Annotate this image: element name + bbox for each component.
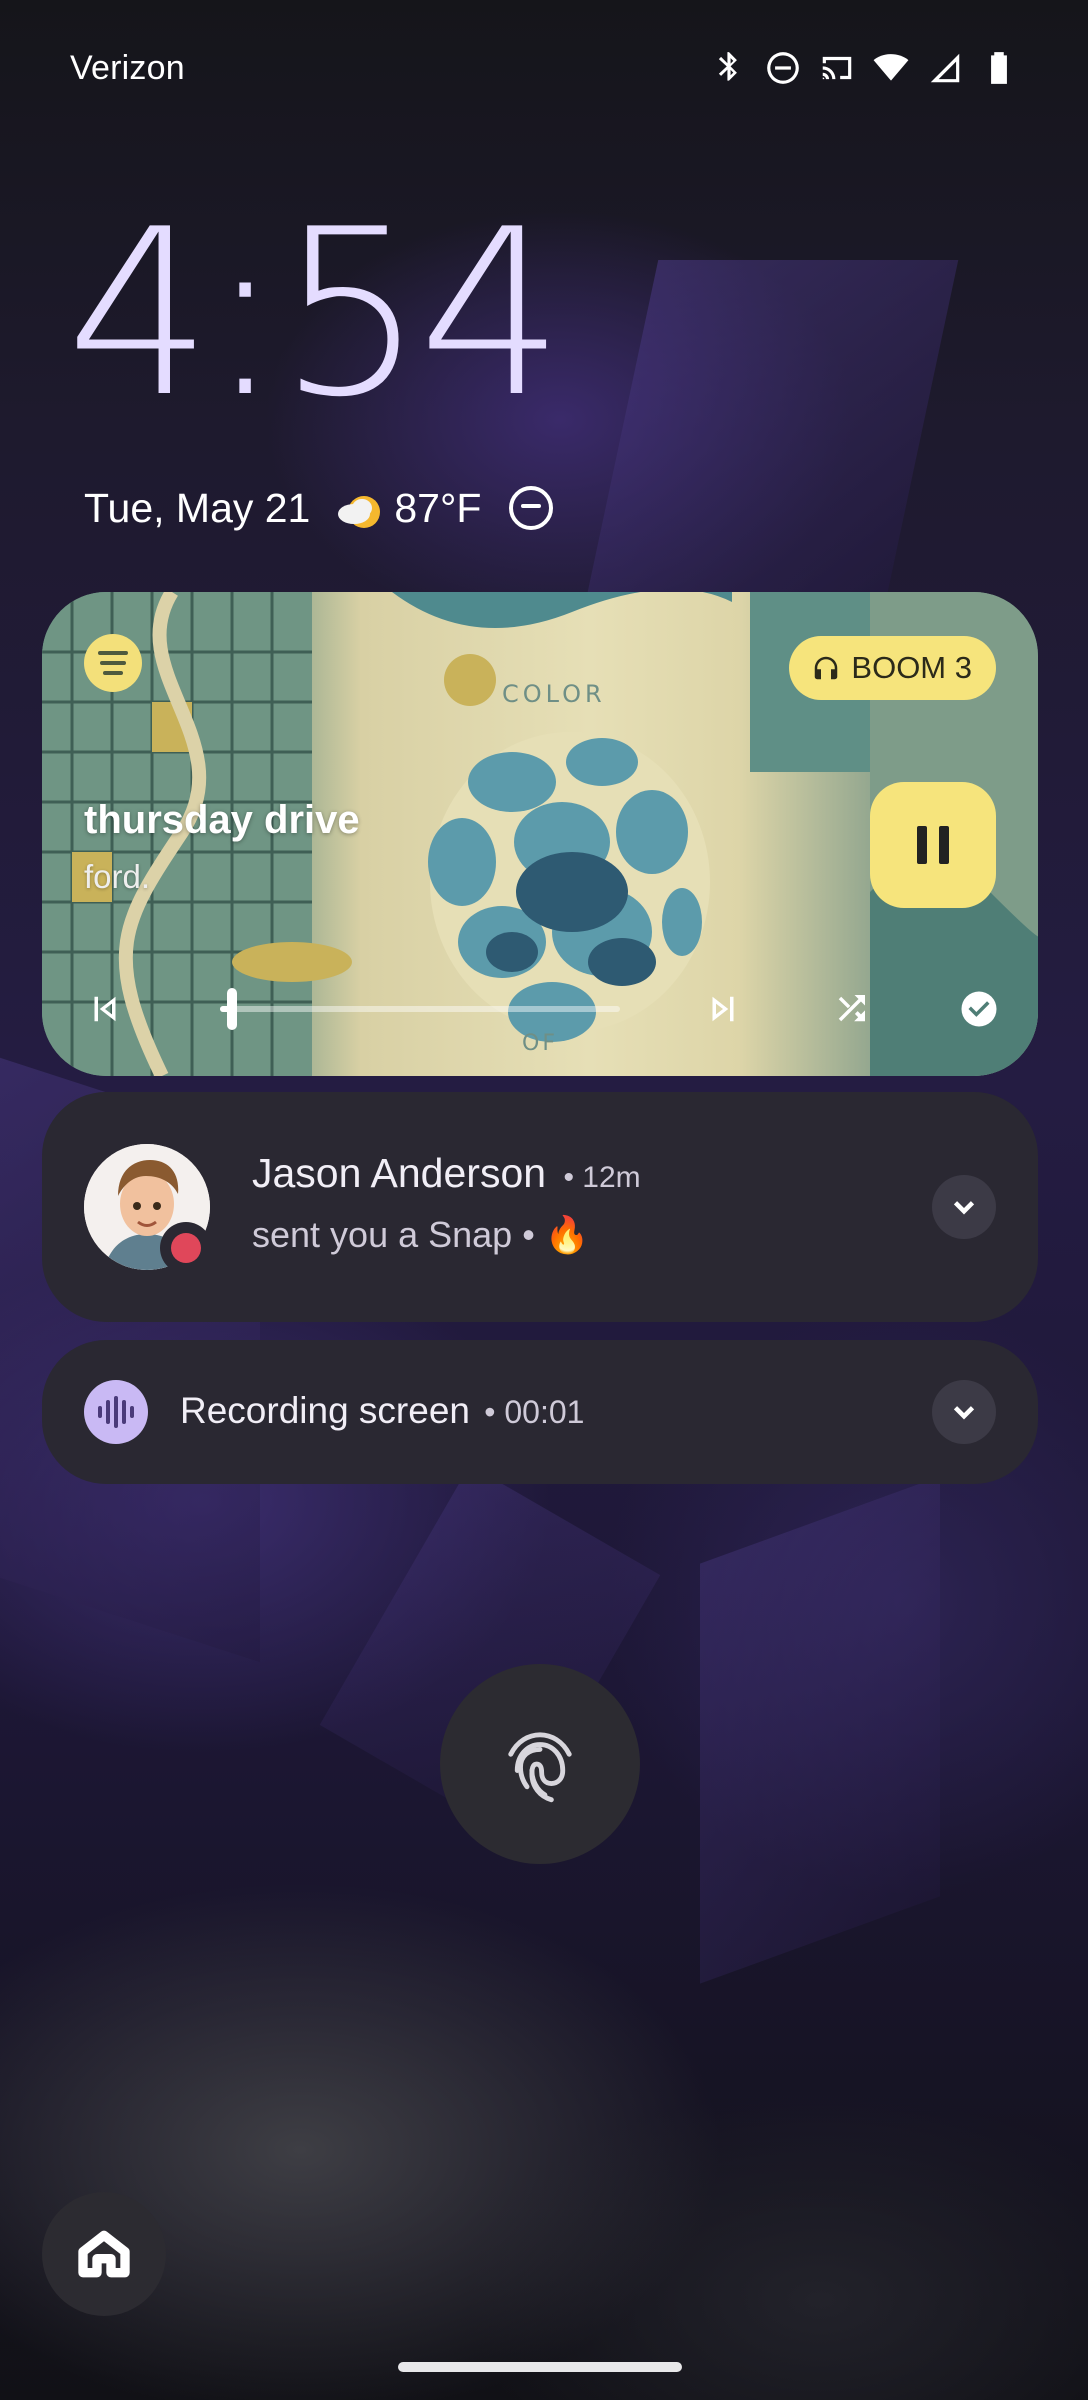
partly-sunny-icon — [334, 482, 386, 534]
sound-wave-icon — [84, 1380, 148, 1444]
skip-next-icon — [712, 996, 734, 1022]
shuffle-button[interactable] — [824, 982, 878, 1036]
gesture-navigation-bar[interactable] — [398, 2362, 682, 2372]
notification-message: sent you a Snap • 🔥 — [252, 1214, 590, 1255]
notification-time: • 12m — [563, 1161, 641, 1194]
song-title: thursday drive — [84, 798, 360, 842]
output-device-label: BOOM 3 — [851, 650, 972, 685]
screen-recording-notification[interactable]: Recording screen • 00:01 — [42, 1340, 1038, 1484]
snapchat-notification[interactable]: Jason Anderson • 12m sent you a Snap • 🔥 — [42, 1092, 1038, 1322]
cell-signal-icon — [930, 53, 960, 83]
notification-sender: Jason Anderson • 12m — [252, 1150, 641, 1197]
fingerprint-icon — [508, 1732, 572, 1803]
temperature-text: 87°F — [394, 484, 482, 531]
svg-text:OF: OF — [522, 1031, 558, 1056]
wifi-icon — [873, 54, 909, 81]
date-text: Tue, May 21 — [84, 484, 311, 531]
home-controls-button[interactable] — [42, 2192, 166, 2316]
recording-title: Recording screen — [180, 1390, 470, 1431]
status-icons — [710, 49, 1018, 87]
expand-notification-button[interactable] — [932, 1380, 996, 1444]
home-icon — [78, 2230, 130, 2278]
playback-progress-bar[interactable] — [220, 988, 620, 1030]
bluetooth-icon — [718, 52, 737, 81]
do-not-disturb-icon — [509, 486, 554, 530]
chevron-down-icon — [953, 1201, 975, 1215]
svg-text:COLOR: COLOR — [502, 680, 606, 708]
battery-icon — [991, 52, 1007, 84]
expand-notification-button[interactable] — [932, 1175, 996, 1239]
do-not-disturb-icon — [767, 52, 799, 84]
sender-name: Jason Anderson — [252, 1150, 547, 1196]
status-bar: Verizon — [70, 44, 1018, 92]
lockscreen-clock: 4:54 — [66, 181, 564, 448]
skip-previous-icon — [94, 996, 116, 1022]
chevron-down-icon — [953, 1406, 975, 1420]
save-to-library-button[interactable] — [952, 982, 1006, 1036]
recording-time: • 00:01 — [484, 1394, 585, 1430]
artist-name: ford. — [84, 858, 151, 895]
check-circle-icon — [961, 991, 997, 1027]
previous-track-button[interactable] — [78, 982, 132, 1036]
carrier-name: Verizon — [70, 48, 185, 87]
progress-thumb[interactable] — [227, 988, 237, 1030]
media-player-card[interactable]: COLOR OF BOOM 3 thursday drive ford. — [42, 592, 1038, 1076]
pause-button[interactable] — [870, 782, 996, 908]
headphones-icon — [815, 656, 838, 680]
cast-icon — [822, 56, 852, 80]
output-device-chip[interactable]: BOOM 3 — [789, 636, 996, 700]
snapchat-badge-icon — [160, 1222, 212, 1274]
date-weather-row[interactable]: Tue, May 21 87°F — [84, 482, 554, 534]
spotify-icon — [84, 634, 142, 692]
recording-status: Recording screen • 00:01 — [180, 1390, 584, 1432]
fingerprint-unlock-button[interactable] — [440, 1664, 640, 1864]
shuffle-icon — [838, 995, 865, 1022]
wallpaper-crystal — [700, 1476, 940, 1984]
next-track-button[interactable] — [696, 982, 750, 1036]
wallpaper-crystal — [581, 260, 959, 620]
